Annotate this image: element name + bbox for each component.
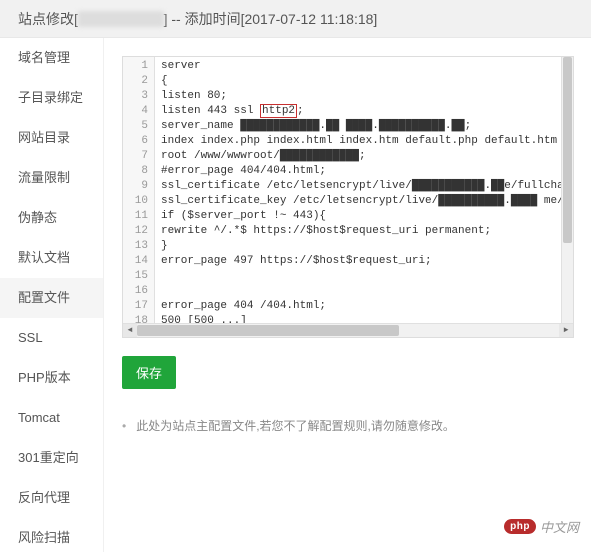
code-line[interactable]: rewrite ^/.*$ https://$host$request_uri … [161, 224, 573, 239]
gutter-line-number: 5 [125, 119, 148, 134]
code-line[interactable] [161, 269, 573, 284]
watermark-badge: php [504, 519, 536, 534]
scrollbar-thumb-vertical[interactable] [563, 57, 572, 243]
code-line[interactable]: server [161, 59, 573, 74]
code-line[interactable] [161, 284, 573, 299]
sidebar-item-4[interactable]: 伪静态 [0, 198, 103, 238]
gutter-line-number: 17 [125, 299, 148, 314]
code-line[interactable]: listen 443 ssl http2; [161, 104, 573, 119]
sidebar: 域名管理子目录绑定网站目录流量限制伪静态默认文档配置文件SSLPHP版本Tomc… [0, 38, 104, 552]
gutter-line-number: 2 [125, 74, 148, 89]
gutter-line-number: 16 [125, 284, 148, 299]
gutter-line-number: 9 [125, 179, 148, 194]
title-domain-obscured: xxxxxxxx.xxe [78, 11, 164, 27]
code-line[interactable]: root /www/wwwroot/████████████; [161, 149, 573, 164]
code-gutter: 123456789101112131415161718 [123, 57, 155, 337]
code-line[interactable]: ssl_certificate_key /etc/letsencrypt/liv… [161, 194, 573, 209]
gutter-line-number: 4 [125, 104, 148, 119]
gutter-line-number: 11 [125, 209, 148, 224]
watermark-text: 中文网 [540, 517, 579, 536]
sidebar-item-5[interactable]: 默认文档 [0, 238, 103, 278]
sidebar-item-0[interactable]: 域名管理 [0, 38, 103, 78]
gutter-line-number: 7 [125, 149, 148, 164]
sidebar-item-9[interactable]: Tomcat [0, 398, 103, 438]
sidebar-item-11[interactable]: 反向代理 [0, 478, 103, 518]
editor-scrollbar-vertical[interactable] [561, 57, 573, 323]
sidebar-item-10[interactable]: 301重定向 [0, 438, 103, 478]
sidebar-item-6[interactable]: 配置文件 [0, 278, 103, 318]
code-line[interactable]: if ($server_port !~ 443){ [161, 209, 573, 224]
highlighted-token: http2 [260, 104, 297, 118]
sidebar-item-2[interactable]: 网站目录 [0, 118, 103, 158]
code-line[interactable]: server_name ████████████.██ ████.███████… [161, 119, 573, 134]
gutter-line-number: 1 [125, 59, 148, 74]
scroll-left-icon[interactable]: ◄ [123, 324, 137, 337]
code-line[interactable]: ssl_certificate /etc/letsencrypt/live/██… [161, 179, 573, 194]
watermark: php 中文网 [504, 517, 579, 536]
scrollbar-thumb-horizontal[interactable] [137, 325, 399, 336]
code-line[interactable]: listen 80; [161, 89, 573, 104]
scroll-right-icon[interactable]: ► [559, 324, 573, 337]
sidebar-item-1[interactable]: 子目录绑定 [0, 78, 103, 118]
footer-note: • 此处为站点主配置文件,若您不了解配置规则,请勿随意修改。 [122, 417, 591, 434]
title-bar: 站点修改[ xxxxxxxx.xxe ] -- 添加时间[2017-07-12 … [0, 0, 591, 38]
main-panel: 123456789101112131415161718 server{ list… [104, 38, 591, 552]
gutter-line-number: 10 [125, 194, 148, 209]
gutter-line-number: 8 [125, 164, 148, 179]
code-line[interactable]: error_page 404 /404.html; [161, 299, 573, 314]
gutter-line-number: 6 [125, 134, 148, 149]
gutter-line-number: 13 [125, 239, 148, 254]
title-suffix: ] -- 添加时间[2017-07-12 11:18:18] [164, 9, 378, 29]
editor-scrollbar-horizontal[interactable]: ◄ ► [123, 323, 573, 337]
bullet-icon: • [122, 419, 126, 433]
code-line[interactable]: index index.php index.html index.htm def… [161, 134, 573, 149]
code-lines[interactable]: server{ listen 80; listen 443 ssl http2;… [155, 57, 573, 337]
code-line[interactable]: #error_page 404/404.html; [161, 164, 573, 179]
sidebar-item-7[interactable]: SSL [0, 318, 103, 358]
code-line[interactable]: } [161, 239, 573, 254]
sidebar-item-8[interactable]: PHP版本 [0, 358, 103, 398]
gutter-line-number: 3 [125, 89, 148, 104]
gutter-line-number: 15 [125, 269, 148, 284]
code-line[interactable]: error_page 497 https://$host$request_uri… [161, 254, 573, 269]
sidebar-item-3[interactable]: 流量限制 [0, 158, 103, 198]
config-code-editor[interactable]: 123456789101112131415161718 server{ list… [122, 56, 574, 338]
gutter-line-number: 14 [125, 254, 148, 269]
footer-note-text: 此处为站点主配置文件,若您不了解配置规则,请勿随意修改。 [136, 417, 455, 434]
title-prefix: 站点修改[ [18, 9, 78, 29]
gutter-line-number: 12 [125, 224, 148, 239]
save-button[interactable]: 保存 [122, 356, 176, 389]
sidebar-item-12[interactable]: 风险扫描 [0, 518, 103, 552]
code-line[interactable]: { [161, 74, 573, 89]
